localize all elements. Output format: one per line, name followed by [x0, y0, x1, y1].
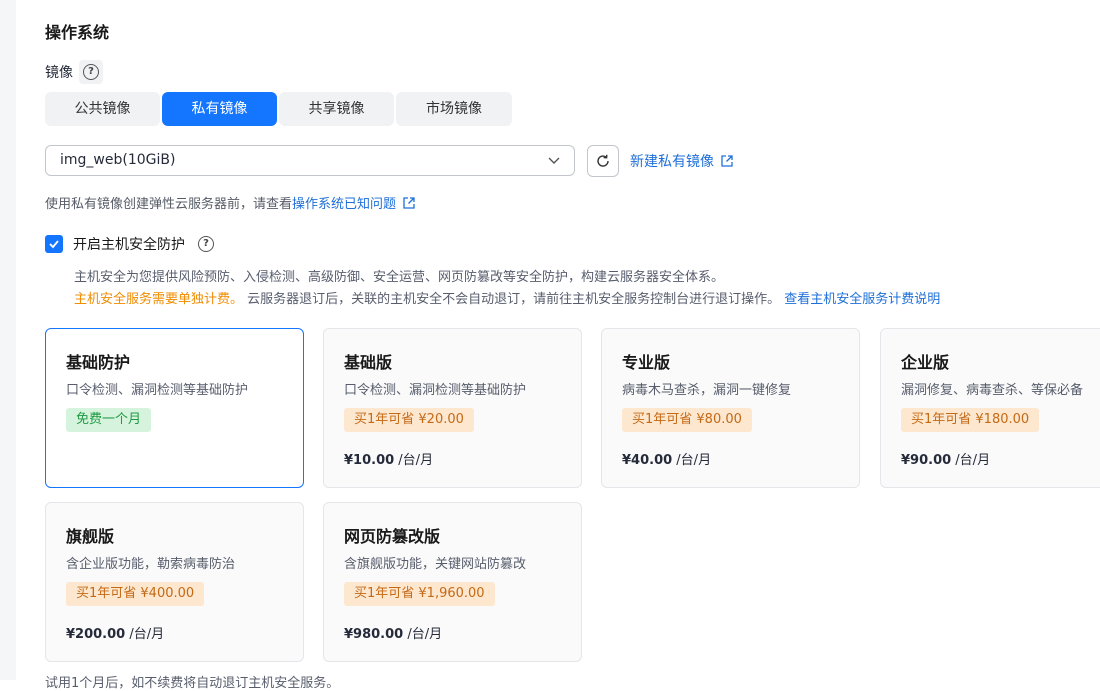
plan-desc: 含企业版功能，勒索病毒防治 [66, 557, 236, 572]
tab-private-image[interactable]: 私有镜像 [162, 92, 277, 126]
host-security-billing-note: 主机安全服务需要单独计费。 云服务器退订后，关联的主机安全不会自动退订，请前往主… [74, 288, 940, 307]
refresh-icon [597, 154, 609, 167]
os-tip-text: 使用私有镜像创建弹性云服务器前，请查看 [45, 197, 293, 212]
plan-desc: 漏洞修复、病毒查杀、等保必备 [901, 383, 1084, 398]
plan-price: ¥40.00 /台/月 [622, 449, 711, 468]
plan-price-value: ¥90.00 [901, 453, 952, 468]
plan-price-value: ¥200.00 [66, 627, 126, 642]
plan-card-flagship[interactable]: 旗舰版 含企业版功能，勒索病毒防治 买1年可省 ¥400.00 ¥200.00 … [45, 502, 304, 662]
plan-badge: 买1年可省 ¥400.00 [66, 582, 205, 606]
tab-public-image[interactable]: 公共镜像 [45, 92, 160, 126]
plan-price: ¥200.00 /台/月 [66, 623, 164, 642]
plan-badge: 买1年可省 ¥1,960.00 [344, 582, 495, 606]
help-icon[interactable]: ? [197, 235, 215, 253]
tab-market-image[interactable]: 市场镜像 [396, 92, 512, 126]
billing-warning: 主机安全服务需要单独计费。 [74, 292, 244, 307]
os-tip: 使用私有镜像创建弹性云服务器前，请查看 操作系统已知问题 [45, 193, 416, 212]
plan-card-professional[interactable]: 专业版 病毒木马查杀，漏洞一键修复 买1年可省 ¥80.00 ¥40.00 /台… [601, 328, 860, 488]
plan-desc: 口令检测、漏洞检测等基础防护 [66, 383, 249, 398]
image-label: 镜像 [45, 65, 73, 81]
plan-price-value: ¥10.00 [344, 453, 395, 468]
plan-price: ¥10.00 /台/月 [344, 449, 433, 468]
chevron-down-icon [548, 157, 560, 164]
os-known-issues-link[interactable]: 操作系统已知问题 [292, 193, 416, 212]
new-private-image-link[interactable]: 新建私有镜像 [630, 151, 734, 171]
plan-card-basic[interactable]: 基础版 口令检测、漏洞检测等基础防护 买1年可省 ¥20.00 ¥10.00 /… [323, 328, 582, 488]
plan-price-unit: /台/月 [125, 627, 165, 642]
plan-name: 旗舰版 [66, 527, 115, 546]
plan-price-value: ¥40.00 [622, 453, 673, 468]
billing-note-text: 云服务器退订后，关联的主机安全不会自动退订，请前往主机安全服务控制台进行退订操作… [243, 292, 781, 307]
external-link-icon [721, 155, 733, 167]
plan-name: 专业版 [622, 353, 671, 372]
plan-card-basic-protection[interactable]: 基础防护 口令检测、漏洞检测等基础防护 免费一个月 [45, 328, 304, 488]
plan-card-web-tamper-protection[interactable]: 网页防篡改版 含旗舰版功能，关键网站防篡改 买1年可省 ¥1,960.00 ¥9… [323, 502, 582, 662]
plan-badge: 买1年可省 ¥180.00 [901, 408, 1040, 432]
plan-price: ¥980.00 /台/月 [344, 623, 442, 642]
plan-price-unit: /台/月 [403, 627, 443, 642]
image-type-tabs: 公共镜像 私有镜像 共享镜像 市场镜像 [45, 92, 512, 126]
plan-price-unit: /台/月 [672, 453, 712, 468]
host-security-checkbox[interactable] [45, 235, 63, 253]
new-private-image-label: 新建私有镜像 [630, 154, 714, 170]
billing-info-link[interactable]: 查看主机安全服务计费说明 [784, 292, 940, 307]
plan-badge: 买1年可省 ¥80.00 [622, 408, 752, 432]
plan-name: 基础防护 [66, 353, 131, 372]
external-link-icon [403, 196, 415, 209]
plan-name: 企业版 [901, 353, 950, 372]
os-known-issues-label: 操作系统已知问题 [292, 197, 397, 212]
plan-price: ¥90.00 /台/月 [901, 449, 990, 468]
plan-desc: 含旗舰版功能，关键网站防篡改 [344, 557, 527, 572]
plan-price-value: ¥980.00 [344, 627, 404, 642]
refresh-button[interactable] [587, 145, 619, 177]
plan-price-unit: /台/月 [394, 453, 434, 468]
left-sidebar-edge [0, 0, 16, 680]
plan-desc: 口令检测、漏洞检测等基础防护 [344, 383, 527, 398]
help-icon[interactable]: ? [79, 60, 103, 84]
image-label-row: 镜像 ? [45, 60, 103, 84]
image-select-value: img_web(10GiB) [60, 152, 176, 168]
host-security-desc: 主机安全为您提供风险预防、入侵检测、高级防御、安全运营、网页防篡改等安全防护，构… [74, 270, 725, 285]
os-config-section: 操作系统 镜像 ? 公共镜像 私有镜像 共享镜像 市场镜像 img_web(10… [45, 0, 1100, 691]
plan-name: 网页防篡改版 [344, 527, 441, 546]
host-security-label: 开启主机安全防护 [73, 237, 185, 253]
plan-desc: 病毒木马查杀，漏洞一键修复 [622, 383, 792, 398]
plan-price-unit: /台/月 [951, 453, 991, 468]
image-select[interactable]: img_web(10GiB) [45, 145, 575, 176]
plan-badge: 买1年可省 ¥20.00 [344, 408, 474, 432]
trial-note: 试用1个月后，如不续费将自动退订主机安全服务。 [45, 676, 340, 691]
section-title: 操作系统 [45, 23, 110, 42]
plan-card-enterprise[interactable]: 企业版 漏洞修复、病毒查杀、等保必备 买1年可省 ¥180.00 ¥90.00 … [880, 328, 1100, 488]
host-security-row: 开启主机安全防护 ? [45, 234, 215, 254]
plan-badge: 免费一个月 [66, 408, 152, 432]
tab-shared-image[interactable]: 共享镜像 [279, 92, 394, 126]
plan-name: 基础版 [344, 353, 393, 372]
check-icon [49, 240, 59, 249]
